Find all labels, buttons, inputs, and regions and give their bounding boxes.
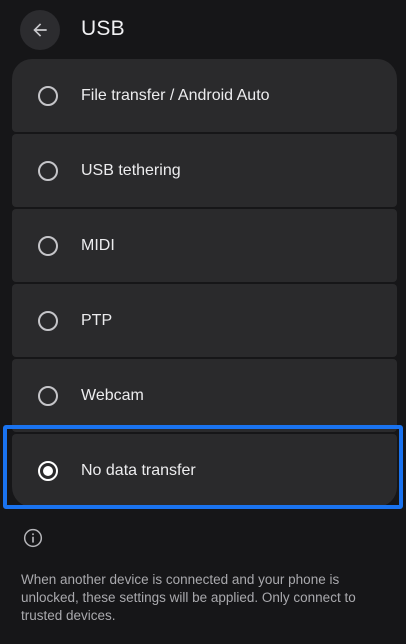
option-webcam[interactable]: Webcam — [12, 359, 397, 432]
option-midi[interactable]: MIDI — [12, 209, 397, 282]
back-button[interactable] — [20, 10, 60, 50]
arrow-left-icon — [33, 23, 47, 37]
option-label: MIDI — [81, 236, 115, 254]
radio-button[interactable] — [38, 235, 58, 256]
radio-button[interactable] — [38, 385, 58, 406]
option-usb-tethering[interactable]: USB tethering — [12, 134, 397, 207]
radio-button[interactable] — [38, 85, 58, 106]
option-label: PTP — [81, 311, 113, 329]
radio-button[interactable] — [38, 310, 58, 331]
option-no-data-transfer[interactable]: No data transfer — [12, 434, 397, 507]
option-label: No data transfer — [81, 461, 196, 479]
option-ptp[interactable]: PTP — [12, 284, 397, 357]
option-label: USB tethering — [81, 161, 181, 179]
page-title: USB — [81, 17, 125, 40]
radio-button-selected[interactable] — [38, 460, 58, 481]
option-label: File transfer / Android Auto — [81, 86, 270, 104]
usb-mode-options: File transfer / Android Auto USB tetheri… — [12, 59, 397, 509]
usb-settings-description: When another device is connected and you… — [21, 572, 356, 623]
radio-button[interactable] — [38, 160, 58, 181]
option-label: Webcam — [81, 386, 144, 404]
usb-settings-screen: USB File transfer / Android Auto USB tet… — [0, 0, 406, 644]
info-icon — [23, 528, 43, 548]
option-file-transfer[interactable]: File transfer / Android Auto — [12, 59, 397, 132]
top-app-bar: USB — [0, 0, 406, 60]
